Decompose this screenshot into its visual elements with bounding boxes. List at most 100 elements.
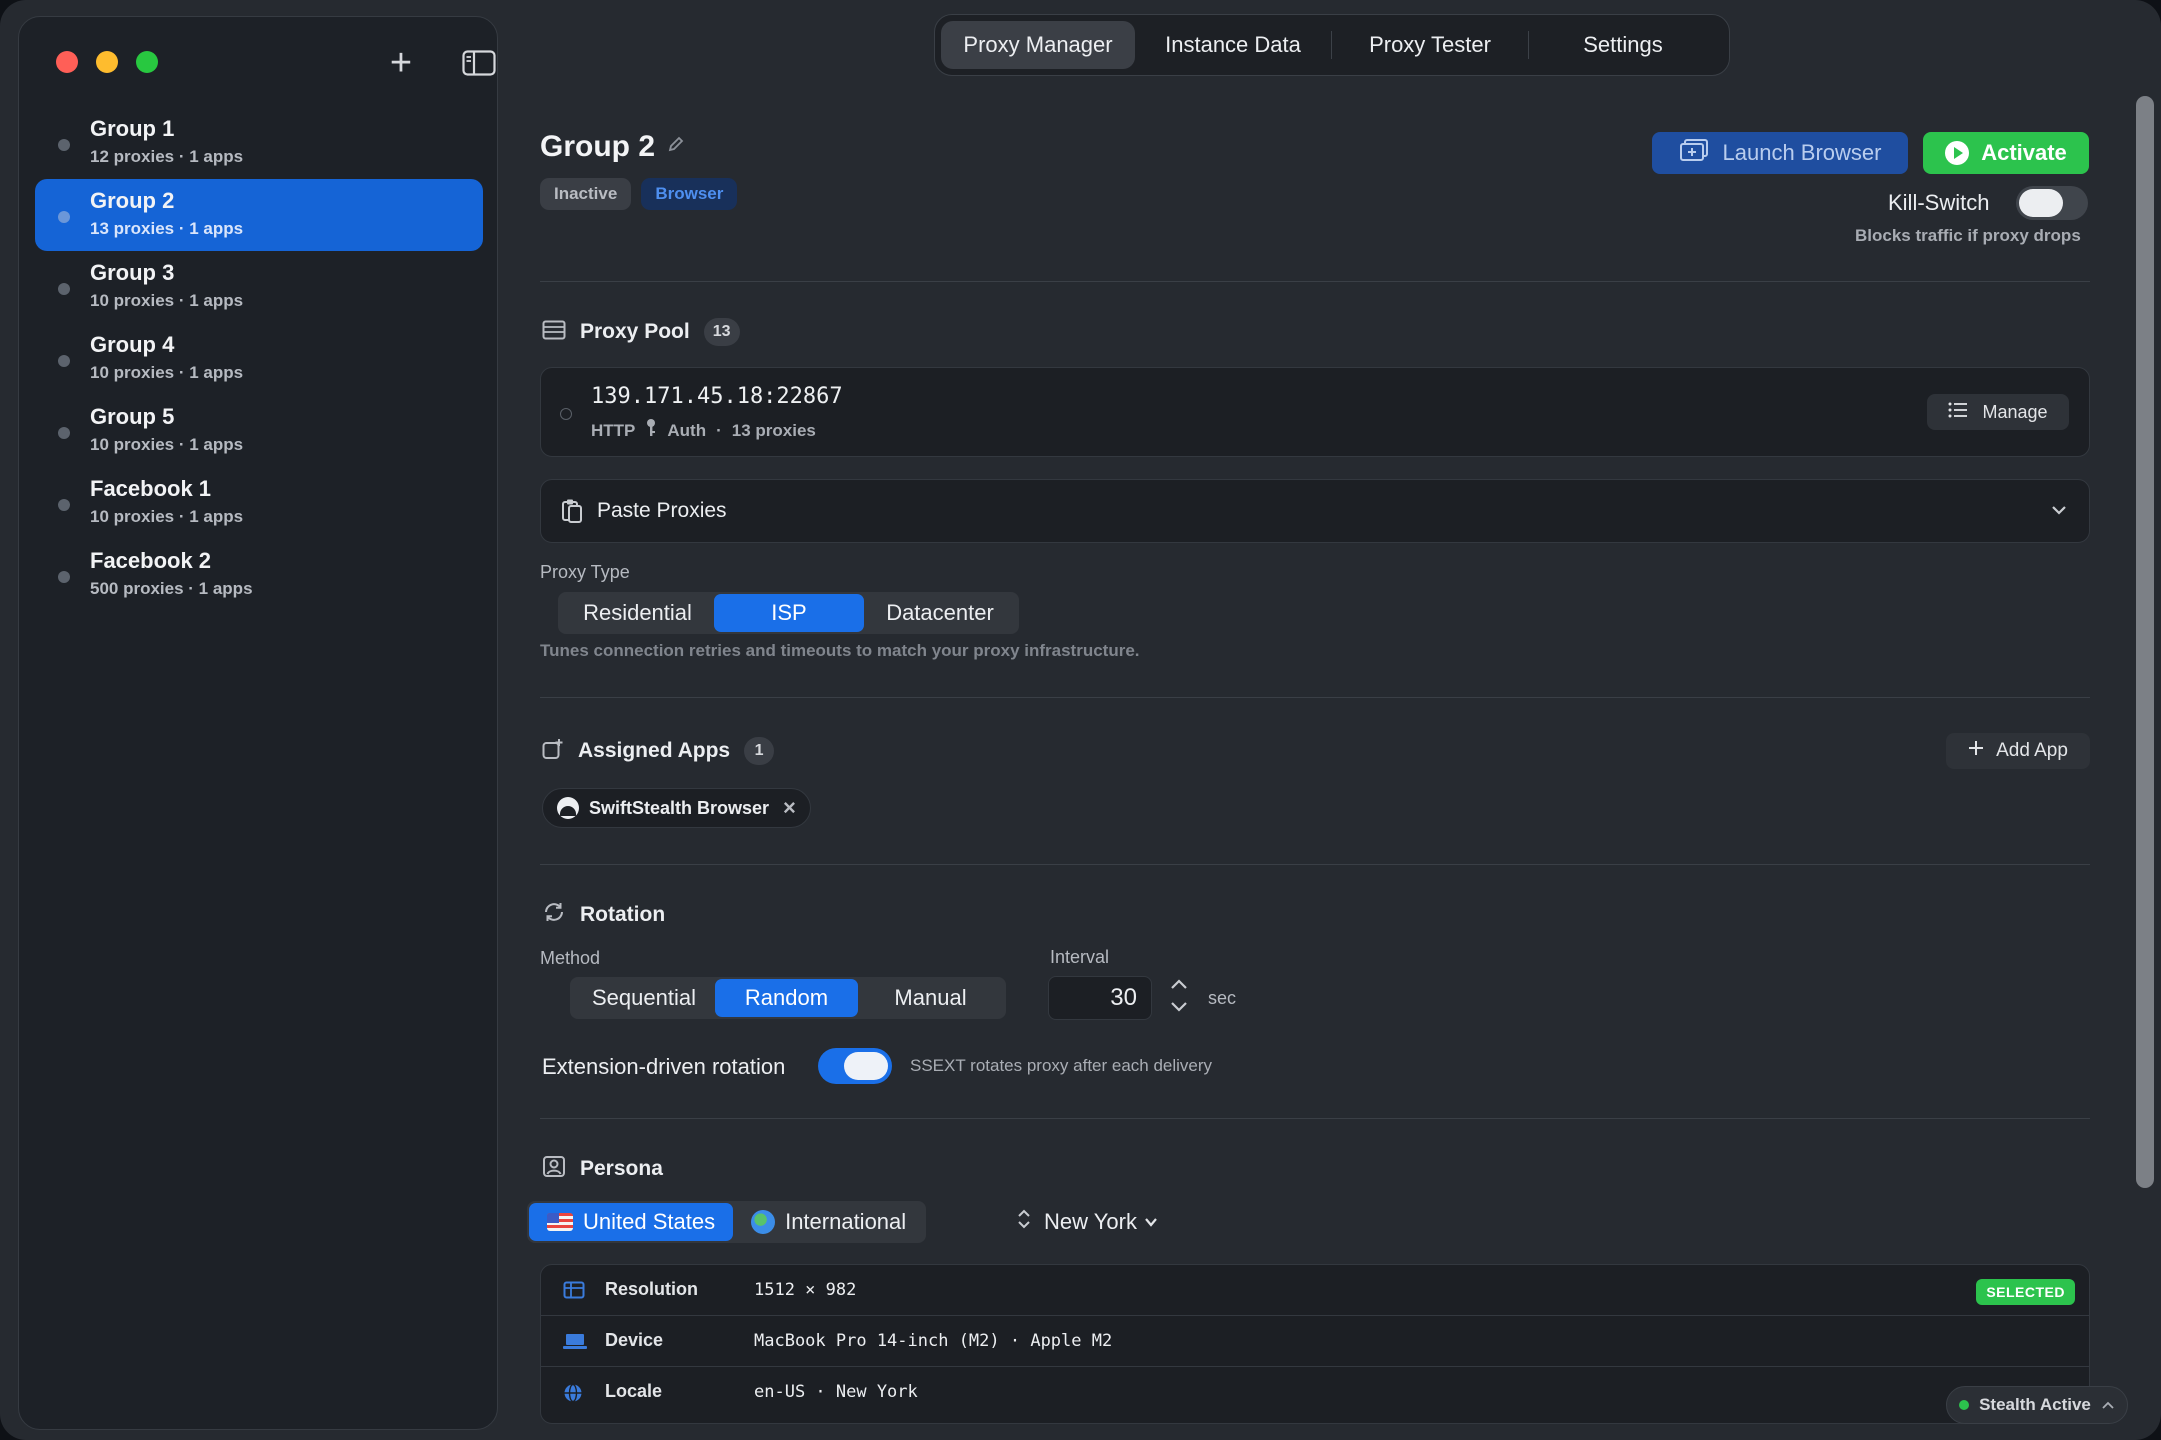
pencil-icon[interactable] xyxy=(667,135,685,159)
sidebar-item-group-2[interactable]: Group 2 13 proxies · 1 apps xyxy=(35,179,483,251)
chevron-up-icon xyxy=(2101,1395,2115,1415)
divider xyxy=(540,281,2090,282)
proxy-protocol: HTTP xyxy=(591,420,636,440)
segment-united-states[interactable]: United States xyxy=(529,1203,734,1241)
segment-manual[interactable]: Manual xyxy=(858,979,1003,1017)
sidebar: + Group 1 12 proxies · 1 apps Group 2 13… xyxy=(18,16,498,1430)
browser-window-icon xyxy=(1679,138,1709,168)
interval-stepper[interactable] xyxy=(1164,976,1194,1020)
proxy-pool-title: Proxy Pool xyxy=(580,320,690,343)
segment-isp[interactable]: ISP xyxy=(714,594,864,632)
zoom-window-button[interactable] xyxy=(136,51,158,73)
sidebar-item-group-4[interactable]: Group 4 10 proxies · 1 apps xyxy=(35,323,483,395)
group-meta: 12 proxies · 1 apps xyxy=(90,147,244,166)
segment-random[interactable]: Random xyxy=(715,979,858,1017)
divider xyxy=(540,864,2090,865)
server-icon xyxy=(542,320,566,345)
manage-button[interactable]: Manage xyxy=(1927,394,2069,430)
status-dot xyxy=(58,355,70,367)
status-dot xyxy=(58,427,70,439)
launch-browser-label: Launch Browser xyxy=(1722,140,1882,165)
method-label: Method xyxy=(540,948,601,968)
group-meta: 10 proxies · 1 apps xyxy=(90,363,244,382)
city-select[interactable]: New York xyxy=(1016,1208,1159,1236)
kill-switch-toggle[interactable] xyxy=(2016,186,2088,220)
toggle-knob xyxy=(2019,189,2063,217)
globe-icon xyxy=(751,1210,776,1234)
chevron-down-icon xyxy=(1143,1209,1159,1235)
interval-unit: sec xyxy=(1208,988,1237,1008)
chevron-up-icon[interactable] xyxy=(1169,976,1189,997)
list-icon xyxy=(1948,402,1968,423)
app-chip[interactable]: SwiftStealth Browser × xyxy=(542,788,811,828)
launch-browser-button[interactable]: Launch Browser xyxy=(1652,132,1908,174)
sidebar-toggle-icon[interactable] xyxy=(459,43,499,83)
activate-label: Activate xyxy=(1981,140,2067,165)
clipboard-icon xyxy=(561,498,583,529)
interval-input[interactable]: 30 xyxy=(1048,976,1152,1020)
segment-label: United States xyxy=(583,1209,716,1234)
row-key: Locale xyxy=(605,1381,663,1401)
chevron-down-icon[interactable] xyxy=(2049,500,2069,525)
plus-icon xyxy=(1968,740,1984,762)
close-window-button[interactable] xyxy=(56,51,78,73)
plus-icon[interactable]: + xyxy=(381,43,421,83)
row-key: Device xyxy=(605,1330,664,1350)
vertical-scrollbar[interactable] xyxy=(2136,96,2154,1188)
kill-switch-label: Kill-Switch xyxy=(1888,190,1990,215)
persona-title: Persona xyxy=(580,1156,663,1180)
minimize-window-button[interactable] xyxy=(96,51,118,73)
group-name: Group 2 xyxy=(90,188,175,213)
chevron-up-down-icon xyxy=(1016,1208,1032,1236)
close-icon[interactable]: × xyxy=(783,795,796,821)
badge-row: Inactive Browser xyxy=(540,178,738,210)
persona-details-table: Resolution 1512 × 982 SELECTED Device Ma… xyxy=(540,1264,2090,1424)
play-icon xyxy=(1945,141,1970,165)
group-meta: 500 proxies · 1 apps xyxy=(90,579,253,598)
status-badge: Inactive xyxy=(540,178,632,210)
chevron-down-icon[interactable] xyxy=(1169,999,1189,1020)
extension-rotation-toggle[interactable] xyxy=(818,1048,892,1084)
sidebar-item-group-5[interactable]: Group 5 10 proxies · 1 apps xyxy=(35,395,483,467)
segment-international[interactable]: International xyxy=(733,1203,924,1241)
rotation-method-segmented: Sequential Random Manual xyxy=(570,977,1006,1019)
stealth-status-pill[interactable]: Stealth Active xyxy=(1946,1386,2128,1424)
paste-proxies-disclosure[interactable]: Paste Proxies xyxy=(540,479,2090,543)
proxy-status-dot xyxy=(560,408,572,420)
app-chip-label: SwiftStealth Browser xyxy=(589,797,770,818)
proxy-card[interactable]: 139.171.45.18:22867 HTTP Auth · 13 proxi… xyxy=(540,367,2090,457)
segment-label: International xyxy=(785,1209,907,1234)
app-add-icon xyxy=(542,738,564,765)
segment-sequential[interactable]: Sequential xyxy=(573,979,715,1017)
sidebar-item-group-1[interactable]: Group 1 12 proxies · 1 apps xyxy=(35,107,483,179)
globe-icon xyxy=(563,1383,583,1408)
main-content: Group 2 Inactive Browser Launch Browser … xyxy=(527,0,2090,1440)
add-app-label: Add App xyxy=(1996,740,2068,761)
extension-rotation-hint: SSEXT rotates proxy after each delivery xyxy=(910,1056,1213,1075)
proxy-meta: HTTP Auth · 13 proxies xyxy=(591,418,816,443)
stealth-label: Stealth Active xyxy=(1979,1395,2091,1414)
rotation-header: Rotation xyxy=(542,900,665,929)
add-app-button[interactable]: Add App xyxy=(1946,733,2090,769)
title-row: Group 2 xyxy=(540,130,685,164)
group-list: Group 1 12 proxies · 1 apps Group 2 13 p… xyxy=(35,107,483,611)
activate-button[interactable]: Activate xyxy=(1923,132,2089,174)
assigned-apps-count: 1 xyxy=(744,737,775,765)
row-key: Resolution xyxy=(605,1279,698,1299)
segment-datacenter[interactable]: Datacenter xyxy=(864,594,1016,632)
sidebar-item-facebook-2[interactable]: Facebook 2 500 proxies · 1 apps xyxy=(35,539,483,611)
manage-label: Manage xyxy=(1982,401,2048,422)
swiftstealth-logo-icon xyxy=(557,797,579,819)
display-icon xyxy=(563,1281,585,1304)
person-badge-icon xyxy=(542,1154,566,1183)
proxy-pool-header: Proxy Pool 13 xyxy=(542,318,740,346)
rotation-title: Rotation xyxy=(580,902,666,926)
row-value: en-US · New York xyxy=(754,1382,918,1402)
sidebar-item-group-3[interactable]: Group 3 10 proxies · 1 apps xyxy=(35,251,483,323)
segment-residential[interactable]: Residential xyxy=(561,594,714,632)
group-name: Group 1 xyxy=(90,116,175,141)
toggle-knob xyxy=(844,1052,888,1080)
key-icon xyxy=(645,418,657,443)
proxy-pool-count: 13 xyxy=(703,318,740,346)
sidebar-item-facebook-1[interactable]: Facebook 1 10 proxies · 1 apps xyxy=(35,467,483,539)
